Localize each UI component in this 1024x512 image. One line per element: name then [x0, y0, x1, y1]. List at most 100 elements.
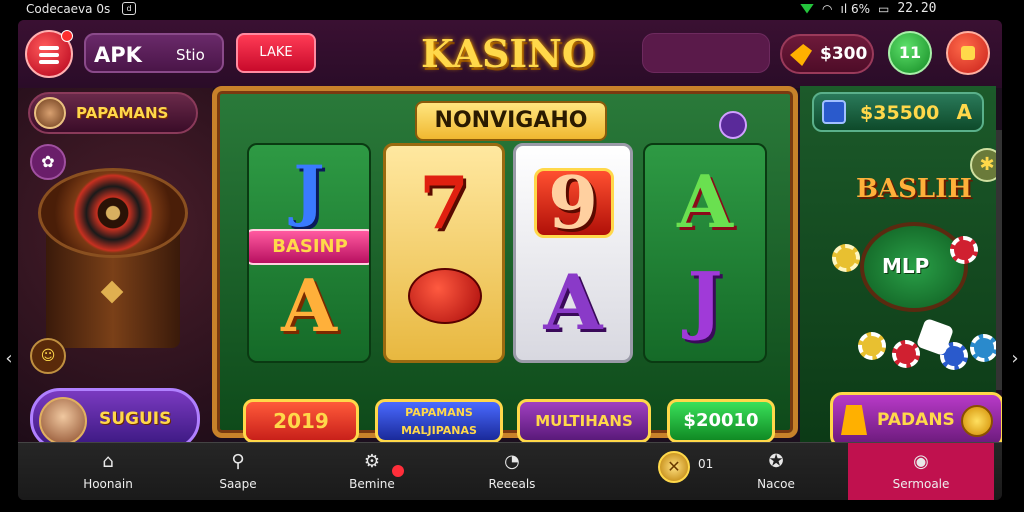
app-screen: Codecaeva 0s d ◠ ıl 6% ▭ 22.20 ‹ › APK S… [0, 0, 1024, 512]
notification-badge [392, 465, 404, 477]
coin-icon[interactable]: ✕ [658, 451, 690, 483]
reel-symbol: A [281, 263, 337, 348]
chip-icon [970, 334, 998, 362]
promo-banner[interactable]: PAPAMANS [28, 92, 198, 134]
nav-item-settings[interactable]: ⚙ Bemine [322, 443, 422, 500]
chip-icon [858, 332, 886, 360]
trophy-icon [841, 405, 867, 435]
table-label: MLP [882, 254, 930, 278]
bottom-nav: ⌂ Hoonain ⚲ Saape ⚙ Bemine ◔ Reeeals ✕ 0… [18, 442, 1002, 500]
balance-value: $35500 [860, 102, 940, 124]
nav-item-rewards[interactable]: ◔ Reeeals [462, 443, 562, 500]
board-title: NONVIGAHO [415, 101, 607, 141]
gift-button[interactable] [946, 31, 990, 75]
home-icon: ⌂ [102, 451, 114, 472]
reels[interactable]: J BASINP A 7 9 A A J [247, 143, 767, 363]
spin-label: SUGUIS [99, 409, 172, 429]
spin-promo-button[interactable]: SUGUIS [30, 388, 200, 450]
sound-round-button[interactable]: ☺ [30, 338, 66, 374]
nav-item-active[interactable]: ◉ Sermoale [848, 443, 994, 500]
back-arrow-icon[interactable]: ‹ [0, 344, 18, 374]
host-avatar [39, 397, 87, 445]
bonus-button[interactable]: PAPAMANS MALJIPANAS [375, 399, 503, 443]
reel-3[interactable]: 9 A [513, 143, 633, 363]
gift-icon [961, 46, 975, 60]
roulette-wheel-image[interactable] [30, 168, 190, 358]
right-panel: $35500 A ✱ BASLIH MLP PADANS [800, 86, 1002, 448]
search-pill[interactable] [642, 33, 770, 73]
coin-balance[interactable]: $300 [780, 34, 874, 74]
nav-label: Saape [219, 477, 257, 491]
user-icon: ◔ [504, 451, 520, 472]
nav-item-home[interactable]: ⌂ Hoonain [58, 443, 158, 500]
clock: 22.20 [897, 1, 937, 16]
pad-label: PADANS [877, 410, 955, 430]
game-window: APK Stio LAKE KASINO $300 11 PAPAMANS ✿ … [18, 20, 1002, 500]
notification-badge [61, 30, 73, 42]
apk-button[interactable]: APK Stio [84, 33, 224, 73]
nav-label: Reeeals [488, 477, 536, 491]
reel-4[interactable]: A J [643, 143, 767, 363]
bet-button[interactable]: 2019 [243, 399, 359, 443]
reel-label: BASINP [249, 229, 369, 265]
search-icon: ⚲ [231, 451, 245, 472]
apk-title: APK [94, 43, 142, 67]
padans-button[interactable]: PADANS [830, 392, 1002, 448]
settings-round-button[interactable]: ✿ [30, 144, 66, 180]
bonus-line-2: MALJIPANAS [401, 424, 477, 437]
battery-text: ıl 6% [840, 1, 871, 16]
chip-icon [892, 340, 920, 368]
nav-item-chat[interactable]: ✪ Nacoe [726, 443, 826, 500]
game-logo: KASINO [420, 31, 596, 76]
reel-symbol: A [677, 159, 733, 244]
left-panel: PAPAMANS ✿ ☺ SUGUIS [18, 88, 213, 450]
menu-button[interactable] [25, 30, 73, 78]
wallet-icon [822, 100, 846, 124]
reel-symbol: J [687, 257, 723, 343]
battery-icon: ▭ [878, 1, 890, 16]
coin-nav-label: 01 [698, 457, 714, 471]
avatar [34, 97, 66, 129]
signal-icon [800, 3, 814, 14]
status-left-text: Codecaeva 0s [26, 2, 111, 16]
chip-icon [950, 236, 978, 264]
lake-button[interactable]: LAKE [236, 33, 316, 73]
balance-suffix: A [956, 100, 972, 124]
chat-icon: ✪ [768, 451, 784, 472]
status-bar: Codecaeva 0s d ◠ ıl 6% ▭ 22.20 [0, 0, 1024, 20]
reel-2[interactable]: 7 [383, 143, 505, 363]
reel-1[interactable]: J BASINP A [247, 143, 371, 363]
nav-label: Bemine [349, 477, 395, 491]
nav-label: Sermoale [892, 477, 950, 491]
apk-subtitle: Stio [176, 46, 205, 64]
level-button[interactable]: 11 [888, 31, 932, 75]
notification-icon: d [122, 2, 136, 15]
dice-icon[interactable] [719, 111, 747, 139]
cherry-icon [408, 268, 482, 324]
menu-icon [39, 46, 59, 50]
reel-symbol: 7 [418, 160, 470, 245]
chip-icon [832, 244, 860, 272]
wifi-icon: ◠ [822, 1, 833, 16]
forward-arrow-icon[interactable]: › [1006, 344, 1024, 374]
nav-label: Nacoe [757, 477, 795, 491]
mini-table-image[interactable]: MLP [860, 222, 968, 312]
nav-item-search[interactable]: ⚲ Saape [188, 443, 288, 500]
reel-symbol: A [543, 258, 603, 347]
nav-label: Hoonain [83, 477, 133, 491]
reel-symbol: J [293, 151, 325, 229]
refresh-icon: ◉ [913, 451, 929, 472]
bash-label: BASLIH [856, 174, 972, 204]
status-right: ◠ ıl 6% ▭ 22.20 [800, 1, 937, 16]
top-bar: APK Stio LAKE KASINO $300 11 [18, 20, 1002, 88]
win-button[interactable]: $20010 [667, 399, 775, 443]
balance-display[interactable]: $35500 A [812, 92, 984, 132]
coin-stack-icon [790, 44, 812, 66]
scrollbar[interactable] [996, 130, 1002, 390]
gear-icon: ⚙ [363, 451, 381, 472]
multiplier-button[interactable]: MULTIHANS [517, 399, 651, 443]
coin-icon [961, 405, 993, 437]
coin-value: $300 [820, 44, 868, 64]
reel-symbol: 9 [547, 160, 599, 245]
bonus-line-1: PAPAMANS [405, 406, 473, 419]
